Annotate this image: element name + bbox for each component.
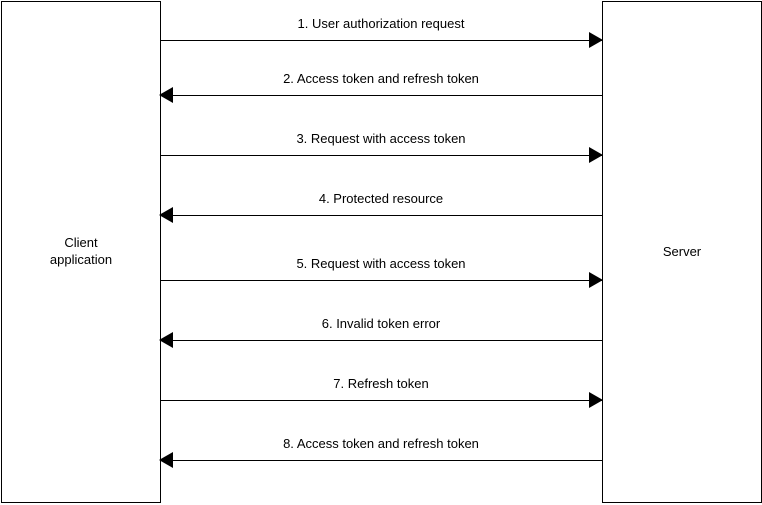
- message-3: 3. Request with access token: [160, 125, 602, 175]
- message-label: 6. Invalid token error: [160, 316, 602, 331]
- message-label: 7. Refresh token: [160, 376, 602, 391]
- arrow-head: [159, 332, 173, 348]
- arrow-line: [160, 340, 602, 341]
- arrow-head: [589, 272, 603, 288]
- message-8: 8. Access token and refresh token: [160, 430, 602, 480]
- message-5: 5. Request with access token: [160, 250, 602, 300]
- arrow-line: [160, 400, 602, 401]
- arrow-head: [589, 147, 603, 163]
- message-7: 7. Refresh token: [160, 370, 602, 420]
- actor-server-label: Server: [663, 244, 701, 261]
- arrow-line: [160, 95, 602, 96]
- message-4: 4. Protected resource: [160, 185, 602, 235]
- arrow-head: [159, 207, 173, 223]
- arrow-line: [160, 155, 602, 156]
- arrow-line: [160, 460, 602, 461]
- arrow-line: [160, 280, 602, 281]
- arrow-head: [159, 452, 173, 468]
- arrow-line: [160, 40, 602, 41]
- arrow-head: [159, 87, 173, 103]
- arrow-head: [589, 32, 603, 48]
- message-1: 1. User authorization request: [160, 10, 602, 60]
- arrow-head: [589, 392, 603, 408]
- arrow-line: [160, 215, 602, 216]
- message-label: 2. Access token and refresh token: [160, 71, 602, 86]
- message-label: 4. Protected resource: [160, 191, 602, 206]
- actor-client-label: Client application: [50, 235, 112, 269]
- message-6: 6. Invalid token error: [160, 310, 602, 360]
- message-label: 8. Access token and refresh token: [160, 436, 602, 451]
- message-label: 5. Request with access token: [160, 256, 602, 271]
- actor-client: Client application: [1, 1, 161, 503]
- actor-server: Server: [602, 1, 762, 503]
- message-2: 2. Access token and refresh token: [160, 65, 602, 115]
- sequence-diagram: Client application Server 1. User author…: [0, 0, 762, 505]
- message-label: 1. User authorization request: [160, 16, 602, 31]
- message-label: 3. Request with access token: [160, 131, 602, 146]
